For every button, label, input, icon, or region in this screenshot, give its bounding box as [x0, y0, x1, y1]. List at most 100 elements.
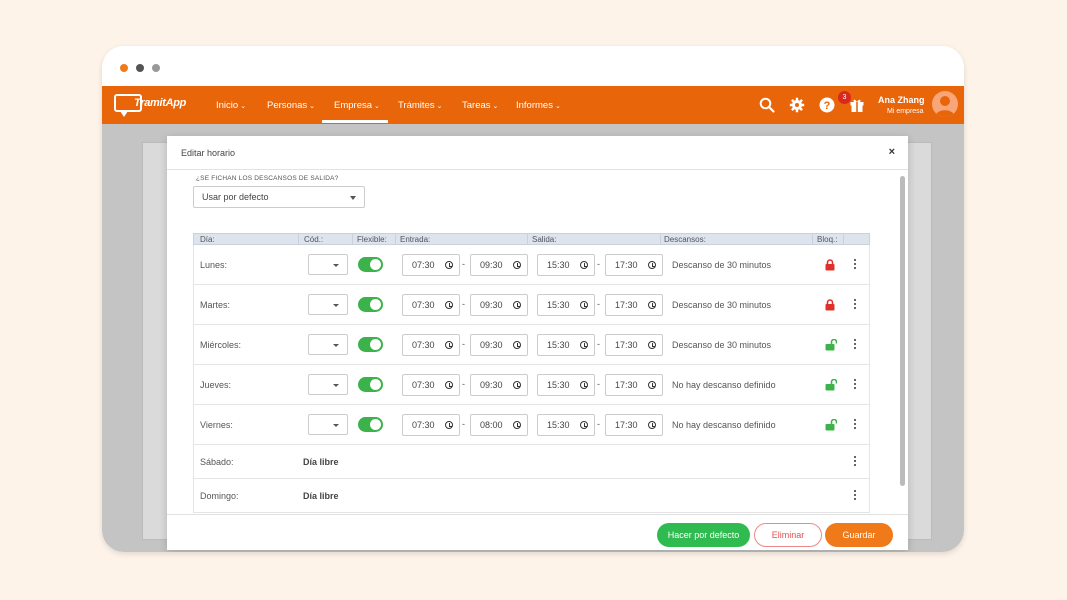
salida-to-input[interactable]: 17:30 — [605, 414, 663, 436]
salida-to-value: 17:30 — [615, 260, 638, 270]
clock-icon — [648, 421, 656, 429]
table-row-saturday: Sábado: Día libre — [193, 445, 870, 479]
user-company: Mi empresa — [887, 108, 924, 115]
entrada-to-input[interactable]: 09:30 — [470, 334, 528, 356]
entrada-from-value: 07:30 — [412, 340, 435, 350]
more-options-icon[interactable] — [853, 299, 857, 311]
salida-from-input[interactable]: 15:30 — [537, 294, 595, 316]
set-default-button[interactable]: Hacer por defecto — [657, 523, 750, 547]
salida-to-input[interactable]: 17:30 — [605, 294, 663, 316]
salida-from-input[interactable]: 15:30 — [537, 254, 595, 276]
entrada-from-input[interactable]: 07:30 — [402, 254, 460, 276]
notification-badge: 3 — [838, 91, 851, 104]
entrada-to-input[interactable]: 08:00 — [470, 414, 528, 436]
more-options-icon[interactable] — [853, 379, 857, 391]
nav-item-personas[interactable]: Personas ⌄ — [267, 100, 315, 111]
modal-header: Editar horario × — [167, 136, 908, 170]
range-separator: - — [462, 259, 465, 269]
header-divider — [527, 234, 528, 244]
day-label: Domingo: — [200, 491, 239, 501]
entrada-from-input[interactable]: 07:30 — [402, 374, 460, 396]
salida-from-value: 15:30 — [547, 380, 570, 390]
chevron-down-icon: ⌄ — [554, 103, 561, 110]
entrada-to-input[interactable]: 09:30 — [470, 374, 528, 396]
flexible-toggle[interactable] — [358, 417, 383, 432]
range-separator: - — [597, 379, 600, 389]
salida-from-input[interactable]: 15:30 — [537, 374, 595, 396]
entrada-from-input[interactable]: 07:30 — [402, 334, 460, 356]
breaks-text: Descanso de 30 minutos — [672, 340, 772, 350]
more-options-icon[interactable] — [853, 456, 857, 468]
breaks-question-label: ¿SE FICHAN LOS DESCANSOS DE SALIDA? — [196, 175, 339, 182]
entrada-to-input[interactable]: 09:30 — [470, 294, 528, 316]
day-label: Sábado: — [200, 457, 234, 467]
header-divider — [843, 234, 844, 244]
salida-from-value: 15:30 — [547, 260, 570, 270]
clock-icon — [445, 421, 453, 429]
unlock-icon[interactable] — [825, 338, 838, 351]
avatar[interactable] — [932, 91, 958, 117]
unlock-icon[interactable] — [825, 378, 838, 391]
nav-item-tareas[interactable]: Tareas ⌄ — [462, 100, 498, 111]
clock-icon — [445, 261, 453, 269]
clock-icon — [648, 301, 656, 309]
flexible-toggle[interactable] — [358, 337, 383, 352]
salida-from-input[interactable]: 15:30 — [537, 414, 595, 436]
lock-icon[interactable] — [825, 258, 835, 271]
clock-icon — [580, 341, 588, 349]
nav-item-informes[interactable]: Informes ⌄ — [516, 100, 561, 111]
user-name[interactable]: Ana Zhang — [878, 95, 925, 105]
day-label: Miércoles: — [200, 340, 242, 350]
salida-to-input[interactable]: 17:30 — [605, 334, 663, 356]
entrada-to-input[interactable]: 09:30 — [470, 254, 528, 276]
salida-from-input[interactable]: 15:30 — [537, 334, 595, 356]
nav-item-inicio[interactable]: Inicio ⌄ — [216, 100, 246, 111]
code-select[interactable] — [308, 254, 348, 275]
nav-item-tramites[interactable]: Trámites ⌄ — [398, 100, 442, 111]
breaks-select[interactable]: Usar por defecto — [193, 186, 365, 208]
browser-window: TramitApp Inicio ⌄ Personas ⌄ Empresa ⌄ Trá… — [102, 46, 964, 552]
help-icon[interactable]: ? — [818, 96, 836, 114]
salida-to-input[interactable]: 17:30 — [605, 374, 663, 396]
modal-scrollbar[interactable] — [900, 176, 905, 486]
entrada-to-value: 08:00 — [480, 420, 503, 430]
lock-icon[interactable] — [825, 298, 835, 311]
close-icon[interactable]: × — [889, 146, 895, 158]
more-options-icon[interactable] — [853, 339, 857, 351]
breaks-text: No hay descanso definido — [672, 420, 776, 430]
clock-icon — [513, 341, 521, 349]
gear-icon[interactable] — [788, 96, 806, 114]
header-divider — [395, 234, 396, 244]
brand-name: TramitApp — [134, 97, 187, 109]
header-locked: Bloq.: — [817, 235, 838, 244]
entrada-from-input[interactable]: 07:30 — [402, 294, 460, 316]
save-button[interactable]: Guardar — [825, 523, 893, 547]
flexible-toggle[interactable] — [358, 297, 383, 312]
delete-button[interactable]: Eliminar — [754, 523, 822, 547]
code-select[interactable] — [308, 334, 348, 355]
salida-to-input[interactable]: 17:30 — [605, 254, 663, 276]
code-select[interactable] — [308, 414, 348, 435]
salida-from-value: 15:30 — [547, 420, 570, 430]
header-divider — [298, 234, 299, 244]
brand-logo[interactable]: TramitApp — [114, 93, 194, 117]
caret-down-icon — [350, 196, 356, 200]
svg-text:?: ? — [824, 100, 831, 112]
more-options-icon[interactable] — [853, 490, 857, 502]
edit-schedule-modal: Editar horario × ¿SE FICHAN LOS DESCANSO… — [167, 136, 908, 550]
flexible-toggle[interactable] — [358, 257, 383, 272]
clock-icon — [580, 261, 588, 269]
code-select[interactable] — [308, 374, 348, 395]
flexible-toggle[interactable] — [358, 377, 383, 392]
code-select[interactable] — [308, 294, 348, 315]
more-options-icon[interactable] — [853, 259, 857, 271]
header-divider — [812, 234, 813, 244]
more-options-icon[interactable] — [853, 419, 857, 431]
search-icon[interactable] — [758, 96, 776, 114]
nav-item-empresa[interactable]: Empresa ⌄ — [334, 100, 380, 111]
entrada-to-value: 09:30 — [480, 340, 503, 350]
range-separator: - — [462, 339, 465, 349]
entrada-from-input[interactable]: 07:30 — [402, 414, 460, 436]
unlock-icon[interactable] — [825, 418, 838, 431]
entrada-to-value: 09:30 — [480, 300, 503, 310]
